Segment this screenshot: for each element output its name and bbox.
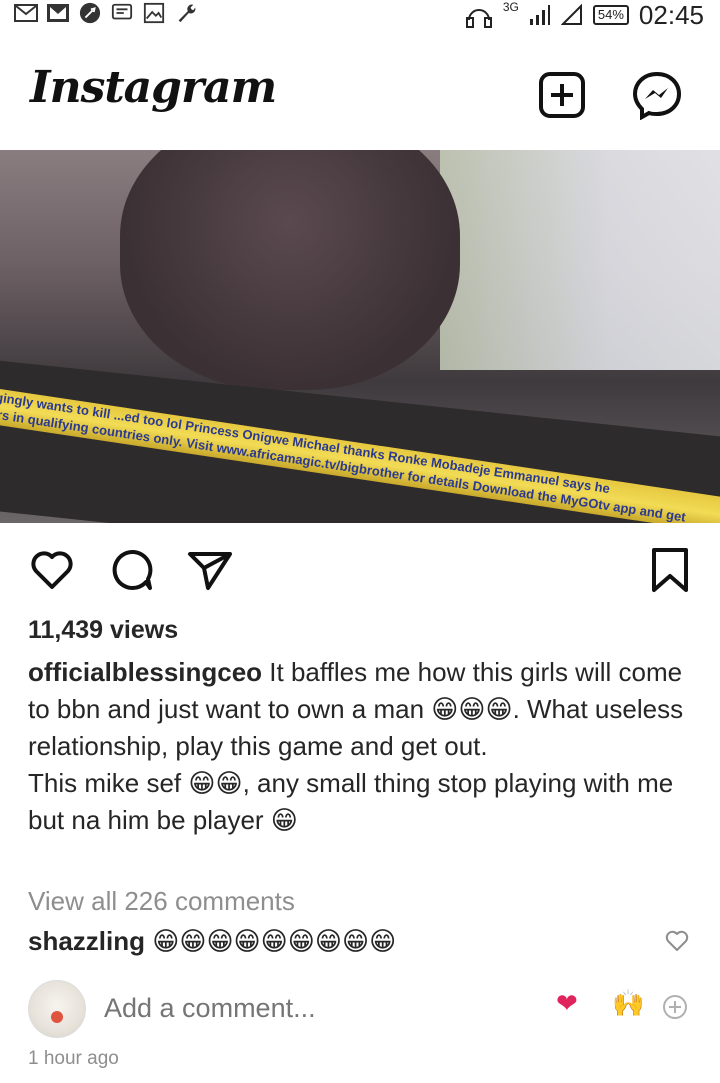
plus-circle-icon[interactable] [662, 994, 688, 1020]
post-actions [0, 540, 720, 600]
post-caption: officialblessingceo It baffles me how th… [28, 654, 698, 839]
comment-username[interactable]: shazzling [28, 926, 145, 956]
quick-reaction-heart[interactable]: ❤ [556, 988, 578, 1019]
view-count[interactable]: 11,439 views [28, 616, 178, 645]
bookmark-icon[interactable] [646, 546, 694, 594]
add-comment-row: ❤ 🙌 [0, 980, 720, 1040]
messenger-icon[interactable] [632, 70, 682, 120]
plus-square-icon[interactable] [537, 70, 587, 120]
wrench-icon [178, 4, 196, 23]
gmail-icon [14, 4, 38, 22]
app-header: Instagram [0, 52, 720, 142]
message-icon [111, 3, 133, 20]
signal-empty-icon [560, 4, 582, 25]
view-all-comments-link[interactable]: View all 226 comments [28, 886, 295, 917]
headset-icon [465, 9, 492, 28]
avatar [28, 980, 86, 1038]
comment-like-icon[interactable] [664, 928, 690, 954]
instagram-logo[interactable]: Instagram [30, 62, 277, 113]
image-icon [143, 2, 165, 24]
clock: 02:45 [638, 0, 704, 30]
quick-reaction-raised-hands[interactable]: 🙌 [612, 988, 644, 1019]
heart-icon[interactable] [28, 546, 76, 594]
comment-icon[interactable] [108, 546, 156, 594]
comment-item: shazzling 😁😁😁😁😁😁😁😁😁 [28, 926, 698, 957]
send-icon[interactable] [186, 546, 234, 594]
add-comment-input[interactable] [104, 990, 504, 1026]
caption-username[interactable]: officialblessingceo [28, 657, 262, 687]
post-video[interactable]: ...gingly wants to kill ...ed too lol Pr… [0, 150, 720, 523]
status-bar: 3G 54% 02:45 [0, 0, 720, 30]
gmail-icon [47, 4, 69, 22]
post-timestamp: 1 hour ago [28, 1048, 119, 1069]
network-type: 3G [502, 0, 519, 14]
signal-icon [529, 5, 550, 25]
notification-icons [14, 2, 198, 24]
dashlane-icon [79, 2, 101, 24]
battery-indicator: 54% [592, 5, 629, 25]
comment-text: 😁😁😁😁😁😁😁😁😁 [145, 926, 397, 956]
system-status: 3G 54% 02:45 [465, 0, 704, 30]
